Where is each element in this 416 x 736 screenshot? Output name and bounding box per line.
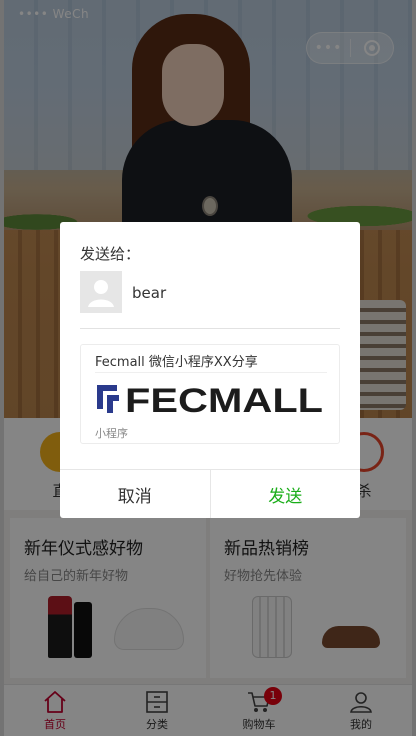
default-avatar-icon xyxy=(80,271,122,313)
logo-text: FECMALL xyxy=(125,382,323,419)
recipient-name: bear xyxy=(132,284,167,302)
fecmall-logo: FECMALL xyxy=(97,382,323,419)
dialog-actions: 取消 发送 xyxy=(60,469,360,518)
miniprogram-share-card: Fecmall 微信小程序XX分享 FECMALL 小程序 xyxy=(80,344,340,444)
card-divider xyxy=(95,372,327,373)
share-card-title: Fecmall 微信小程序XX分享 xyxy=(95,355,258,370)
cancel-button[interactable]: 取消 xyxy=(60,470,211,518)
send-button[interactable]: 发送 xyxy=(211,470,361,518)
dialog-divider xyxy=(80,328,340,329)
share-dialog-heading: 发送给： xyxy=(80,245,141,263)
share-card-footer: 小程序 xyxy=(95,427,128,440)
share-dialog: 发送给： bear Fecmall 微信小程序XX分享 FECMALL 小程序 … xyxy=(60,222,360,518)
